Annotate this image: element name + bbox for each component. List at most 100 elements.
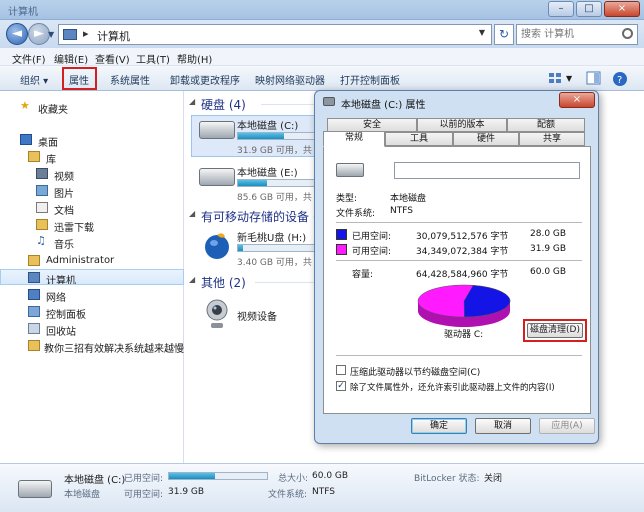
minimize-button[interactable]: – <box>548 1 574 17</box>
preview-pane-icon[interactable] <box>586 71 602 85</box>
divider <box>336 355 582 356</box>
nav-video[interactable]: 视频 <box>0 166 184 182</box>
index-label: 除了文件属性外，还允许索引此驱动器上文件的内容(I) <box>350 383 555 393</box>
collapse-icon[interactable]: ◢ <box>189 97 195 106</box>
forward-button[interactable]: ► <box>28 23 50 45</box>
menu-help[interactable]: 帮助(H) <box>177 51 212 66</box>
nav-downloads[interactable]: 迅雷下载 <box>0 217 184 233</box>
breadcrumb-computer[interactable]: 计算机 <box>97 28 130 44</box>
nav-favorites[interactable]: ★ 收藏夹 <box>0 99 184 115</box>
tab-sharing[interactable]: 共享 <box>519 132 585 146</box>
tab-hardware[interactable]: 硬件 <box>453 132 519 146</box>
address-dropdown-icon[interactable]: ▼ <box>479 28 485 37</box>
used-space-swatch <box>336 229 347 240</box>
menu-file[interactable]: 文件(F) <box>12 51 46 66</box>
hard-drive-icon <box>199 168 235 186</box>
group-header-other[interactable]: 其他 (2) <box>201 274 246 291</box>
nav-pictures[interactable]: 图片 <box>0 183 184 199</box>
arrow-left-icon: ◄ <box>12 26 22 41</box>
view-options-icon[interactable] <box>548 71 564 85</box>
menu-tools[interactable]: 工具(T) <box>136 51 170 66</box>
computer-icon <box>63 29 77 40</box>
dialog-title: 本地磁盘 (C:) 属性 <box>341 100 426 111</box>
window-title: 计算机 <box>8 7 38 18</box>
nav-administrator[interactable]: Administrator <box>0 253 184 269</box>
folder-icon <box>36 219 48 230</box>
control-panel-button[interactable]: 打开控制面板 <box>340 72 400 87</box>
properties-highlight-box <box>62 67 97 90</box>
webcam-icon <box>206 299 228 328</box>
address-bar[interactable]: ▸ 计算机 ▼ <box>58 24 492 45</box>
tab-general[interactable]: 常规 <box>323 131 385 147</box>
system-properties-button[interactable]: 系统属性 <box>110 72 150 87</box>
back-button[interactable]: ◄ <box>6 23 28 45</box>
menu-edit[interactable]: 编辑(E) <box>54 51 88 66</box>
nav-recycle-bin[interactable]: 回收站 <box>0 321 184 337</box>
video-device[interactable]: 视频设备 <box>185 296 325 336</box>
nav-library[interactable]: 库 <box>0 149 184 165</box>
nav-control-panel[interactable]: 控制面板 <box>0 304 184 320</box>
tab-previous-versions[interactable]: 以前的版本 <box>417 118 507 132</box>
disk-cleanup-button[interactable]: 磁盘清理(D) <box>527 323 583 338</box>
ok-button[interactable]: 确定 <box>411 418 467 434</box>
group-header-removable[interactable]: 有可移动存储的设备 (2 <box>201 208 325 225</box>
search-input[interactable] <box>517 25 617 44</box>
menu-view[interactable]: 查看(V) <box>95 51 130 66</box>
details-drive-name: 本地磁盘 (C:) <box>64 475 126 486</box>
nav-computer[interactable]: 计算机 <box>0 269 184 285</box>
volume-label-input[interactable] <box>394 162 580 179</box>
tab-security[interactable]: 安全 <box>327 118 417 132</box>
refresh-button[interactable]: ↻ <box>494 24 514 45</box>
desktop-icon <box>20 134 32 145</box>
tab-tools[interactable]: 工具 <box>385 132 453 146</box>
dialog-close-button[interactable]: × <box>559 92 595 108</box>
help-icon[interactable]: ? <box>612 71 628 86</box>
drive-type-value: 本地磁盘 <box>390 194 427 204</box>
nav-tutorial-folder[interactable]: 教你三招有效解决系统越来越慢的问 <box>0 338 184 354</box>
maximize-button[interactable]: □ <box>576 1 602 17</box>
divider <box>336 260 582 261</box>
cancel-button[interactable]: 取消 <box>475 418 531 434</box>
breadcrumb-separator-icon[interactable]: ▸ <box>83 27 89 40</box>
apply-button[interactable]: 应用(A) <box>539 418 595 434</box>
view-dropdown-icon[interactable]: ▼ <box>566 74 582 88</box>
divider <box>336 222 582 223</box>
drive-h-usb[interactable]: 新毛桃U盘 (H:) 3.40 GB 可用，共 <box>185 229 325 269</box>
free-space-swatch <box>336 244 347 255</box>
user-folder-icon <box>28 255 40 266</box>
collapse-icon[interactable]: ◢ <box>189 275 195 284</box>
history-dropdown-icon[interactable]: ▼ <box>48 30 54 39</box>
documents-icon <box>36 202 48 213</box>
search-box[interactable] <box>516 24 638 45</box>
folder-icon <box>28 340 40 351</box>
svg-text:?: ? <box>617 75 622 86</box>
drive-c[interactable]: 本地磁盘 (C:) 31.9 GB 可用，共 <box>185 117 325 157</box>
nav-network[interactable]: 网络 <box>0 287 184 303</box>
compress-label: 压缩此驱动器以节约磁盘空间(C) <box>350 368 481 378</box>
capacity-gb: 60.0 GB <box>530 267 567 277</box>
group-header-hdd[interactable]: 硬盘 (4) <box>201 96 246 113</box>
refresh-icon: ↻ <box>498 27 510 41</box>
nav-documents[interactable]: 文档 <box>0 200 184 216</box>
menu-bar: 文件(F) 编辑(E) 查看(V) 工具(T) 帮助(H) <box>0 48 644 66</box>
collapse-icon[interactable]: ◢ <box>189 209 195 218</box>
navigation-pane: ★ 收藏夹 桌面 库 视频 图片 文档 迅雷下载 ♫ 音乐 Administra… <box>0 91 184 463</box>
used-bytes: 30,079,512,576 字节 <box>416 232 509 242</box>
organize-button[interactable]: 组织 ▾ <box>20 72 48 87</box>
dialog-titlebar: 本地磁盘 (C:) 属性 <box>323 91 593 113</box>
uninstall-button[interactable]: 卸载或更改程序 <box>170 72 240 87</box>
compress-checkbox[interactable] <box>336 365 346 375</box>
nav-desktop[interactable]: 桌面 <box>0 132 184 148</box>
close-button[interactable]: × <box>604 1 640 17</box>
video-icon <box>36 168 48 179</box>
map-drive-button[interactable]: 映射网络驱动器 <box>255 72 325 87</box>
pictures-icon <box>36 185 48 196</box>
computer-icon <box>28 272 40 283</box>
index-checkbox[interactable]: ✓ <box>336 381 346 391</box>
drive-usage-bar <box>237 244 325 252</box>
nav-music[interactable]: ♫ 音乐 <box>0 234 184 250</box>
general-tab-panel: 类型: 本地磁盘 文件系统: NTFS 已用空间: 30,079,512,576… <box>323 146 591 414</box>
drive-e[interactable]: 本地磁盘 (E:) 85.6 GB 可用，共 <box>185 164 325 204</box>
tab-quota[interactable]: 配额 <box>507 118 585 132</box>
details-drive-type: 本地磁盘 <box>64 490 101 500</box>
